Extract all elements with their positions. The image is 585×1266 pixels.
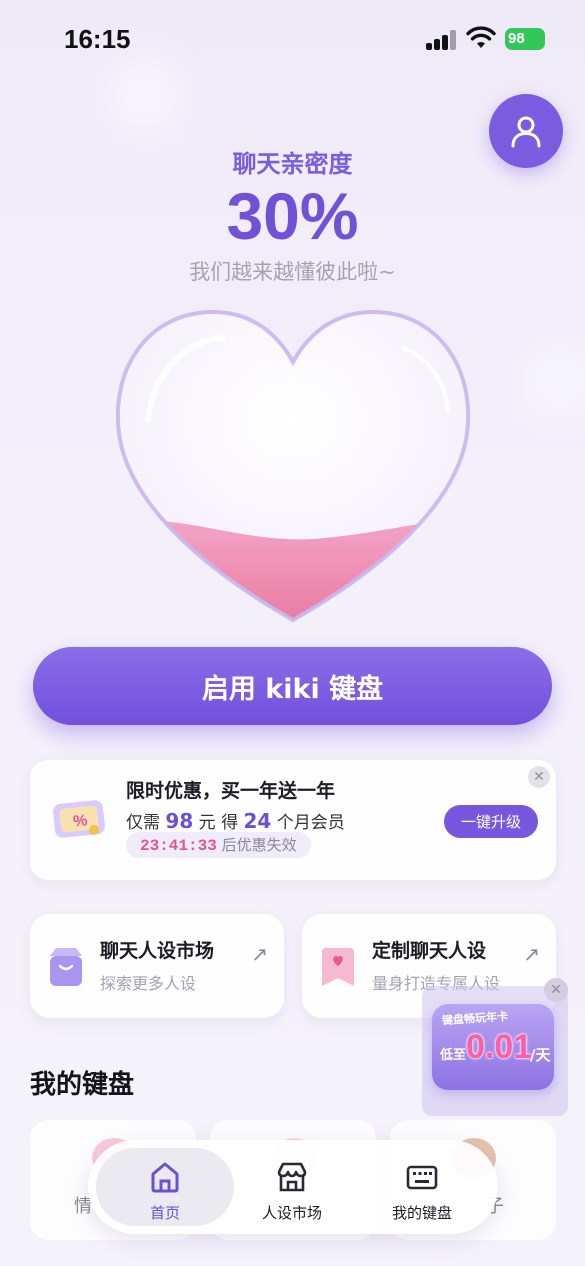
svg-text:%: % xyxy=(72,812,88,830)
countdown-timer: 23:41:33 xyxy=(140,837,217,855)
promo-close-icon[interactable]: ✕ xyxy=(528,766,550,788)
tab-persona-market[interactable]: 人设市场 xyxy=(234,1148,350,1226)
gift-value: 24 xyxy=(243,809,272,833)
countdown-badge: 23:41:33 后优惠失效 xyxy=(126,832,311,858)
promo-title: 限时优惠，买一年送一年 xyxy=(126,780,336,802)
persona-market-card[interactable]: 聊天人设市场 探索更多人设 ↗ xyxy=(30,914,284,1018)
promo-card: % 限时优惠，买一年送一年 仅需 98 元 得 24 个月会员 23:41:33… xyxy=(30,760,556,880)
gift-prefix: 得 xyxy=(221,813,239,833)
feature-title: 定制聊天人设 xyxy=(372,940,487,962)
ad-prefix: 低至 xyxy=(440,1048,467,1063)
tab-label: 人设市场 xyxy=(261,1204,322,1222)
keyboard-icon xyxy=(406,1165,438,1190)
wifi-icon xyxy=(466,26,496,48)
tab-my-keyboards[interactable]: 我的键盘 xyxy=(360,1148,484,1226)
cellular-signal-icon xyxy=(426,30,458,50)
gift-suffix: 个月会员 xyxy=(276,813,345,833)
feature-title: 聊天人设市场 xyxy=(100,940,215,962)
intimacy-percentage: 30% xyxy=(226,179,359,253)
promo-price-line: 仅需 98 元 得 24 个月会员 xyxy=(126,808,345,833)
battery-level: 98 xyxy=(508,30,525,47)
price-value: 98 xyxy=(165,809,194,833)
price-prefix: 仅需 xyxy=(126,813,160,833)
ad-top-text: 键盘畅玩年卡 xyxy=(441,1009,509,1028)
ad-close-icon[interactable]: ✕ xyxy=(544,978,568,1002)
intimacy-heart-icon xyxy=(115,309,471,623)
feature-subtitle: 探索更多人设 xyxy=(100,974,197,993)
intimacy-label: 聊天亲密度 xyxy=(232,150,353,178)
status-time: 16:15 xyxy=(64,24,131,54)
enable-keyboard-button[interactable]: 启用 kiki 键盘 xyxy=(33,647,552,725)
ad-price: 0.01 xyxy=(466,1028,533,1066)
tab-label: 我的键盘 xyxy=(391,1204,452,1222)
shop-icon xyxy=(50,948,82,986)
promo-bubble: 键盘畅玩年卡 低至 0.01 /天 xyxy=(432,1004,554,1090)
ad-unit: /天 xyxy=(530,1046,551,1064)
battery-indicator: 98 xyxy=(505,28,545,50)
coupon-icon: % xyxy=(53,800,105,838)
bottom-tab-bar: 首页 人设市场 我的键盘 xyxy=(88,1140,498,1234)
home-icon xyxy=(151,1162,179,1193)
arrow-up-right-icon: ↗ xyxy=(251,942,268,966)
arrow-up-right-icon: ↗ xyxy=(523,942,540,966)
my-keyboards-title: 我的键盘 xyxy=(30,1070,135,1100)
intimacy-subtitle: 我们越来越懂彼此啦~ xyxy=(189,260,396,284)
status-bar: 16:15 98 xyxy=(0,0,585,80)
store-icon xyxy=(277,1162,307,1192)
user-icon xyxy=(511,116,541,148)
floating-promo-ad[interactable]: 键盘畅玩年卡 低至 0.01 /天 ✕ xyxy=(422,978,568,1116)
tab-home[interactable]: 首页 xyxy=(96,1148,234,1226)
countdown-suffix: 后优惠失效 xyxy=(221,836,297,854)
upgrade-button[interactable]: 一键升级 xyxy=(444,805,538,838)
price-unit: 元 xyxy=(198,813,216,833)
bookmark-heart-icon xyxy=(322,948,354,986)
tab-label: 首页 xyxy=(149,1204,180,1222)
